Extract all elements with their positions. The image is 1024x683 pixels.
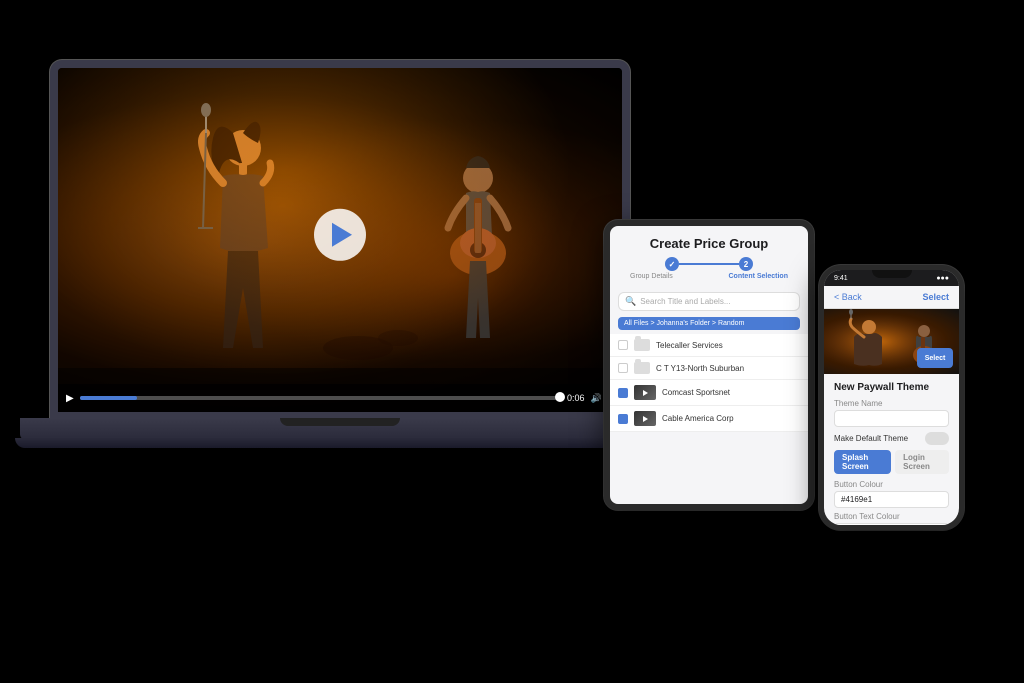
make-default-row: Make Default Theme [834,432,949,445]
phone-notch [872,270,912,278]
video-controls-bar: ▶ 0:06 🔊 ⛶ [58,384,622,412]
status-icons: ●●● [936,275,949,282]
list-item[interactable]: Cable America Corp [610,406,808,432]
item-checkbox-checked[interactable] [618,388,628,398]
thumb-play-icon [634,385,656,400]
create-price-group-title: Create Price Group [622,236,796,251]
laptop-device: ▶ 0:06 🔊 ⛶ [50,60,670,480]
thumb-play-icon [634,411,656,426]
list-item[interactable]: Telecaller Services [610,334,808,357]
new-paywall-theme-title: New Paywall Theme [834,382,949,393]
select-overlay-button[interactable]: Select [917,348,953,368]
login-screen-tab[interactable]: Login Screen [895,450,949,474]
phone-media-area: Select [824,309,959,374]
splash-screen-tab[interactable]: Splash Screen [834,450,891,474]
control-play-icon[interactable]: ▶ [66,393,74,404]
laptop-foot [15,438,665,448]
step-2-dot: 2 [739,257,753,271]
progress-dot [555,392,565,402]
phone-screen: 9:41 ●●● < Back Select [824,270,959,525]
search-icon: 🔍 [625,296,636,307]
button-text-colour-label: Button Text Colour [834,512,949,521]
item-name: Telecaller Services [656,341,800,350]
tablet-screen: Create Price Group ✓ 2 Group Details Con… [610,226,808,504]
volume-icon[interactable]: 🔊 [590,393,601,404]
step-1-dot: ✓ [665,257,679,271]
phone-content-area: New Paywall Theme Theme Name Make Defaul… [824,374,959,525]
item-checkbox[interactable] [618,363,628,373]
step-line [679,263,739,265]
tablet-header: Create Price Group ✓ 2 Group Details Con… [610,226,808,292]
phone-device: 9:41 ●●● < Back Select [819,265,964,530]
time-display: 0:06 [567,393,585,403]
laptop-base [20,418,660,440]
button-colour-label: Button Colour [834,480,949,489]
play-icon [332,223,352,247]
step-1-label: Group Details [630,273,673,280]
progress-bar[interactable] [80,396,561,400]
folder-icon [634,339,650,351]
select-btn-text: Select [925,355,946,362]
breadcrumb: All Files > Johanna's Folder > Random [618,317,800,330]
steps-indicator: ✓ 2 [622,257,796,271]
search-placeholder-text: Search Title and Labels... [640,297,730,306]
navigation-header: < Back Select [824,286,959,309]
video-player: ▶ 0:06 🔊 ⛶ [58,68,622,412]
tablet-device: Create Price Group ✓ 2 Group Details Con… [604,220,814,510]
folder-icon [634,362,650,374]
item-name: Cable America Corp [662,414,800,423]
progress-fill [80,396,138,400]
back-button[interactable]: < Back [834,292,862,302]
video-thumbnail [634,385,656,400]
item-name: Comcast Sportsnet [662,388,800,397]
laptop-notch [280,418,400,426]
laptop-screen: ▶ 0:06 🔊 ⛶ [50,60,630,420]
content-search[interactable]: 🔍 Search Title and Labels... [618,292,800,311]
select-button[interactable]: Select [922,292,949,302]
item-checkbox-checked[interactable] [618,414,628,424]
list-item[interactable]: Comcast Sportsnet [610,380,808,406]
play-button[interactable] [314,209,366,261]
button-text-colour-value[interactable]: #1B1B1B [834,523,949,525]
item-name: C T Y13-North Suburban [656,364,800,373]
breadcrumb-text: All Files > Johanna's Folder > Random [624,320,744,327]
content-list: Telecaller Services C T Y13-North Suburb… [610,334,808,504]
button-colour-value[interactable]: #4169e1 [834,491,949,508]
step-labels: Group Details Content Selection [622,273,796,280]
item-checkbox[interactable] [618,340,628,350]
video-thumbnail [634,411,656,426]
theme-name-input[interactable] [834,410,949,427]
step-2-label: Content Selection [728,273,788,280]
make-default-toggle[interactable] [925,432,949,445]
status-time: 9:41 [834,275,848,282]
list-item[interactable]: C T Y13-North Suburban [610,357,808,380]
make-default-label: Make Default Theme [834,434,908,443]
theme-name-label: Theme Name [834,399,949,408]
screen-tabs: Splash Screen Login Screen [834,450,949,474]
